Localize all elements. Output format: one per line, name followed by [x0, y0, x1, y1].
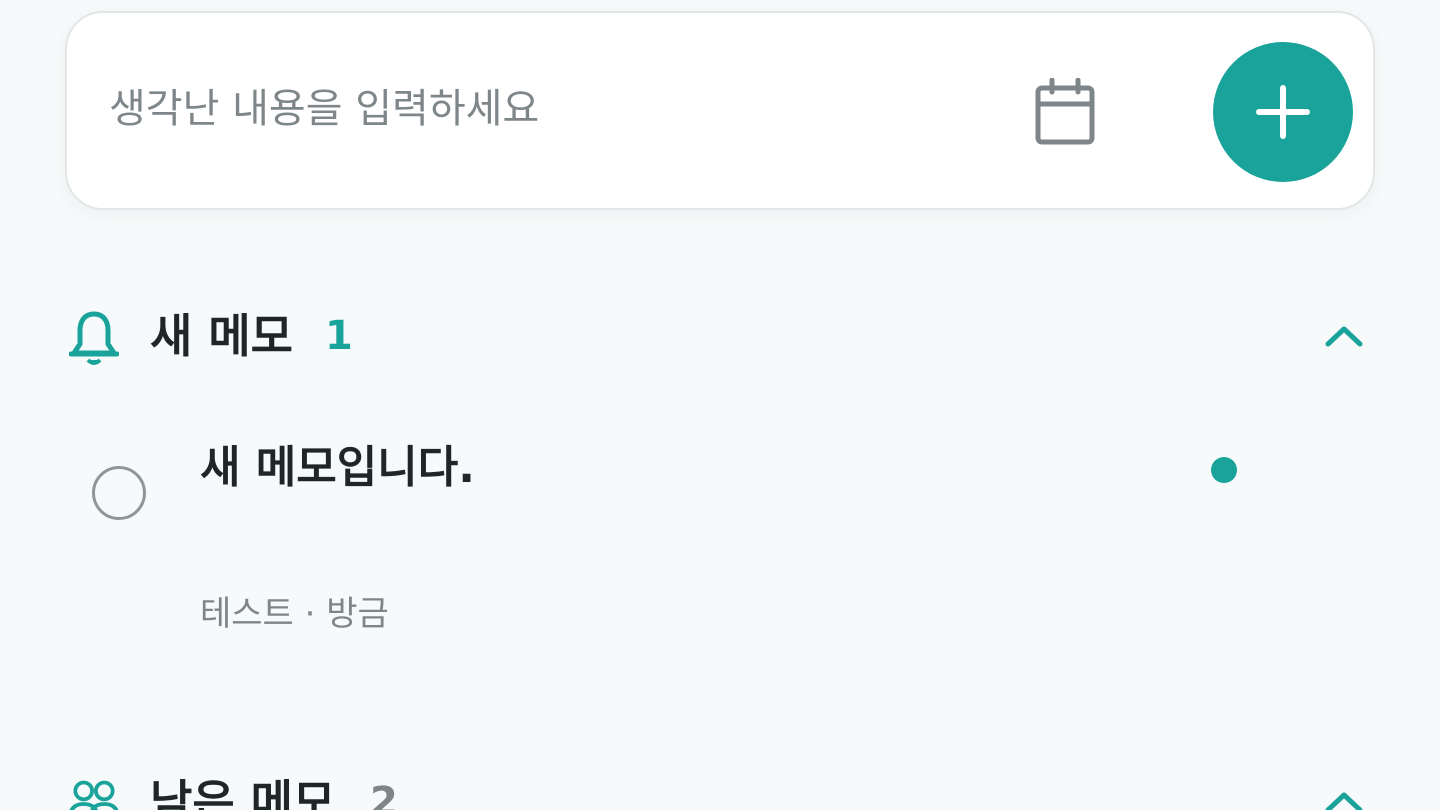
section-header-new: 새 메모 1	[0, 296, 1440, 376]
section-count-remaining: 2	[370, 779, 398, 810]
section-title-remaining: 남은 메모	[150, 775, 336, 810]
people-icon	[66, 776, 122, 810]
memo-meta-separator: ·	[304, 594, 316, 634]
memo-input[interactable]	[109, 73, 989, 145]
unread-dot	[1211, 457, 1237, 483]
memo-composer	[65, 11, 1375, 210]
chevron-up-icon	[1325, 792, 1363, 810]
calendar-icon	[1035, 78, 1095, 145]
add-memo-button[interactable]	[1213, 42, 1353, 182]
memo-list-item[interactable]: 새 메모입니다. 테스트 · 방금	[0, 420, 1440, 650]
memo-page: 새 메모 1 새 메모입니다. 테스트 · 방금 남은 메모 2	[0, 0, 1440, 810]
chevron-up-icon	[1325, 326, 1363, 347]
collapse-new-button[interactable]	[1314, 306, 1374, 366]
calendar-button[interactable]	[1029, 77, 1101, 149]
section-header-remaining: 남은 메모 2	[0, 762, 1440, 810]
memo-meta: 테스트 · 방금	[200, 592, 389, 636]
memo-author: 테스트	[200, 594, 294, 634]
bell-icon	[66, 310, 122, 366]
memo-text: 새 메모입니다.	[200, 442, 475, 493]
section-count-new: 1	[325, 313, 353, 359]
plus-icon	[1256, 85, 1310, 139]
section-title-new: 새 메모	[150, 309, 293, 363]
memo-complete-checkbox[interactable]	[92, 466, 146, 520]
collapse-remaining-button[interactable]	[1314, 772, 1374, 810]
memo-time: 방금	[326, 594, 389, 634]
